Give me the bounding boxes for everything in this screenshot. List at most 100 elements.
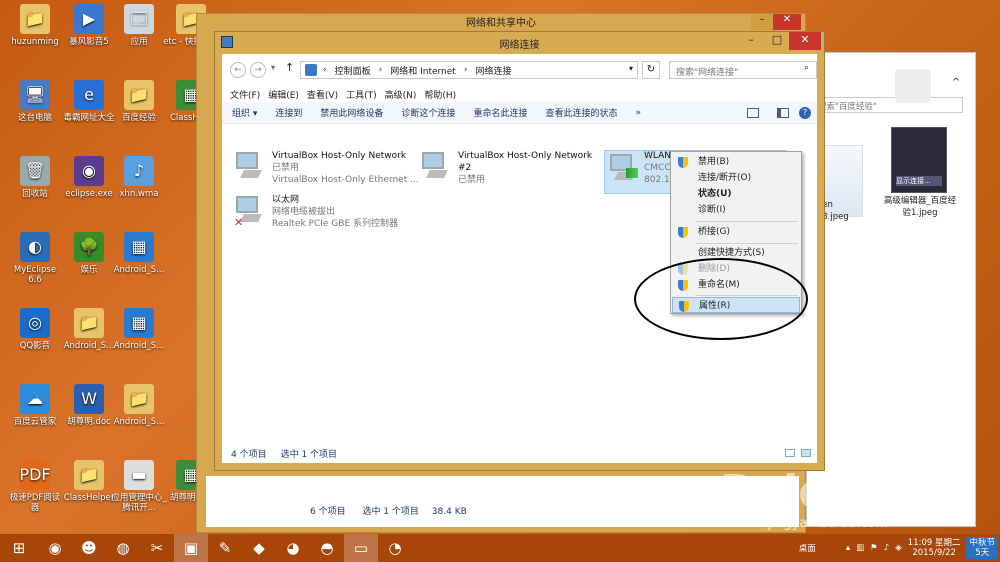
tray-clock[interactable]: 11:09 星期二 2015/9/22 <box>908 538 961 558</box>
paint-icon[interactable]: ✎ <box>208 534 242 562</box>
minimize-button[interactable]: – <box>751 14 773 30</box>
desktop-icon[interactable]: 📁 huzunming <box>6 4 64 47</box>
desktop-icon[interactable]: ◐ MyEclipse 6.6 <box>6 232 64 285</box>
help-icon[interactable]: ? <box>799 107 811 119</box>
tray-network-icon[interactable]: ▥ <box>856 543 864 553</box>
command-4[interactable]: 重命名此连接 <box>473 106 527 119</box>
desktop-icon[interactable]: ☁ 百度云管家 <box>6 384 64 427</box>
tray-calendar-badge[interactable]: 中秋节 5天 <box>966 537 998 559</box>
desktop-app-icon: ▦ <box>124 232 154 262</box>
desktop-app-icon: ◐ <box>20 232 50 262</box>
chevron-up-icon[interactable]: ^ <box>952 77 960 88</box>
desktop-icon-label: 极速PDF阅读器 <box>9 493 61 513</box>
command-0[interactable]: 组织 ▾ <box>232 106 257 119</box>
menu-item-diagnose[interactable]: 诊断(I) <box>672 202 800 218</box>
minimize-button[interactable]: – <box>738 32 764 50</box>
system-tray: 桌面 ▴ ▥ ⚑ ♪ ◈ 11:09 星期二 2015/9/22 中秋节 5天 <box>799 534 1000 562</box>
adapter-virtualbox-2[interactable]: VirtualBox Host-Only Network #2 已禁用 <box>458 150 598 186</box>
menu-item-bridge[interactable]: 桥接(G) <box>672 224 800 240</box>
command-3[interactable]: 诊断这个连接 <box>401 106 455 119</box>
desktop-icon[interactable]: ◎ QQ影音 <box>6 308 64 351</box>
desktop-icon-label: 百度经验 <box>121 113 156 123</box>
history-dropdown-icon[interactable]: ▾ <box>271 63 275 72</box>
desktop-app-icon: 📁 <box>74 308 104 338</box>
close-button[interactable]: ✕ <box>773 14 801 30</box>
menu-4[interactable]: 高级(N) <box>385 86 417 102</box>
tray-flag-icon[interactable]: ⚑ <box>870 543 878 553</box>
address-bar[interactable]: › 控制面板 › 网络和 Internet › 网络连接 ▾ <box>300 61 638 79</box>
app2-icon[interactable]: ◓ <box>310 534 344 562</box>
desktop-icon[interactable]: PDF 极速PDF阅读器 <box>6 460 64 513</box>
menu-1[interactable]: 编辑(E) <box>268 86 299 102</box>
desktop-icon[interactable]: ▬ 应用管理中心_腾讯开... <box>110 460 168 513</box>
thumbnail-advanced-editor[interactable]: 显示连接... <box>891 127 947 193</box>
desktop-app-icon: ◉ <box>74 156 104 186</box>
command-5[interactable]: 查看此连接的状态 <box>545 106 617 119</box>
desktop-app-icon: 📁 <box>124 80 154 110</box>
breadcrumb-network-connections[interactable]: 网络连接 <box>475 64 511 77</box>
search-input[interactable]: 搜索"网络连接" <box>669 61 817 79</box>
desktop-app-icon: 🗔 <box>124 4 154 34</box>
file-label-advanced-editor: 高级编辑器_百度经验1.jpeg <box>883 196 957 218</box>
close-button[interactable]: ✕ <box>789 32 821 50</box>
breadcrumb-control-panel[interactable]: 控制面板 <box>335 64 371 77</box>
uac-shield-icon <box>678 157 688 168</box>
tools-icon[interactable]: ✂ <box>140 534 174 562</box>
desktop-icon-label: Android_S... <box>113 341 165 351</box>
qq-icon[interactable]: ☻ <box>72 534 106 562</box>
start-button[interactable]: ⊞ <box>0 534 38 562</box>
chevron-down-icon[interactable]: ▾ <box>629 64 633 73</box>
window-title: 网络连接 <box>499 40 540 51</box>
desktop-icon[interactable]: ▦ Android_S... <box>110 232 168 275</box>
desktop-icon[interactable]: 🖥 这台电脑 <box>6 80 64 123</box>
baidu-watermark-url: jingyan.baidu.com <box>768 516 888 531</box>
control-panel-taskbar-icon[interactable]: ▣ <box>174 534 208 562</box>
back-button[interactable]: ← <box>230 62 246 78</box>
control-panel-icon <box>305 64 317 76</box>
user-app-icon[interactable]: ◍ <box>106 534 140 562</box>
firefox-icon[interactable]: ◕ <box>276 534 310 562</box>
adapter-ethernet[interactable]: 以太网 网络电缆被拔出 Realtek PCIe GBE 系列控制器 <box>272 194 398 230</box>
view-options-icon[interactable] <box>747 108 759 118</box>
preview-pane-icon[interactable] <box>777 108 789 118</box>
explorer-icon[interactable]: ▭ <box>344 534 378 562</box>
menu-0[interactable]: 文件(F) <box>230 86 260 102</box>
command-6[interactable]: » <box>635 108 641 118</box>
menu-2[interactable]: 查看(V) <box>307 86 338 102</box>
menu-3[interactable]: 工具(T) <box>346 86 377 102</box>
desktop-icon[interactable]: ♪ xhn.wma <box>110 156 168 199</box>
wifi-app-icon[interactable]: ◉ <box>38 534 72 562</box>
desktop-app-icon: 🌳 <box>74 232 104 262</box>
search-icon[interactable]: ⌕ <box>804 63 809 73</box>
menu-item-disable[interactable]: 禁用(B) <box>672 154 800 170</box>
desktop-icon-label: 应用管理中心_腾讯开... <box>111 493 167 513</box>
up-button[interactable]: ↑ <box>285 61 294 74</box>
app-icon[interactable]: ◆ <box>242 534 276 562</box>
command-2[interactable]: 禁用此网络设备 <box>320 106 383 119</box>
desktop-icon-label: xhn.wma <box>119 189 159 199</box>
tray-volume-icon[interactable]: ♪ <box>884 543 889 553</box>
ucbrowser-icon[interactable]: ◔ <box>378 534 412 562</box>
desktop-icon-label: 百度云管家 <box>13 417 57 427</box>
desktop-icon[interactable]: ▦ Android_S... <box>110 308 168 351</box>
desktop-icon[interactable]: 📁 百度经验 <box>110 80 168 123</box>
menu-item-status[interactable]: 状态(U) <box>672 186 800 202</box>
command-1[interactable]: 连接到 <box>275 106 302 119</box>
tray-antivirus-icon[interactable]: ◈ <box>895 543 902 553</box>
desktop-icon[interactable]: 🗑 回收站 <box>6 156 64 199</box>
tray-chevron-icon[interactable]: ▴ <box>846 543 850 553</box>
search-input[interactable]: 搜索"百度经验" <box>813 97 963 113</box>
breadcrumb-network-internet[interactable]: 网络和 Internet <box>390 64 456 77</box>
tray-desktop-label[interactable]: 桌面 <box>799 542 816 554</box>
refresh-button[interactable]: ↻ <box>642 61 660 79</box>
desktop-app-icon: 📁 <box>74 460 104 490</box>
menu-5[interactable]: 帮助(H) <box>424 86 456 102</box>
menu-item-connect-disconnect[interactable]: 连接/断开(O) <box>672 170 800 186</box>
adapter-virtualbox-1[interactable]: VirtualBox Host-Only Network 已禁用 Virtual… <box>272 150 419 186</box>
usb-device-icon <box>895 69 931 103</box>
desktop-icon[interactable]: 📁 Android_S... <box>110 384 168 427</box>
forward-button[interactable]: → <box>250 62 266 78</box>
maximize-button[interactable]: □ <box>764 32 790 50</box>
desktop-icon-label: Android_S... <box>113 417 165 427</box>
desktop-icon[interactable]: 🗔 应用 <box>110 4 168 47</box>
